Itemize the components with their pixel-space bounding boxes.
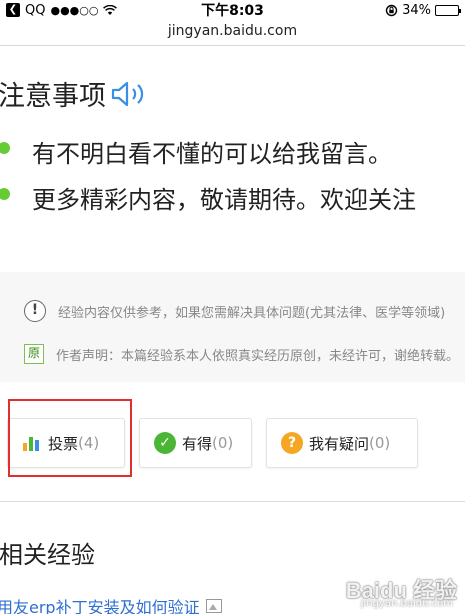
exclamation-icon: ! [24,300,46,322]
battery-percent: 34% [402,2,431,18]
back-to-app-icon[interactable]: ❮ [6,3,20,17]
disclaimer-row: ! 经验内容仅供参考，如果您需解决具体问题(尤其法律、医学等领域) [24,300,445,322]
watermark-url: jingyan.baidu.com [360,598,453,609]
related-link[interactable]: 用友erp补丁安装及如何验证 [0,594,222,614]
address-bar-divider [0,45,465,46]
related-link-text[interactable]: 用友erp补丁安装及如何验证 [0,594,200,614]
image-icon [205,599,222,613]
useful-label: 有得 [182,434,213,453]
question-mark-icon: ? [281,432,303,454]
notes-list: 有不明白看不懂的可以给我留言。 更多精彩内容，敬请期待。欢迎关注 [0,134,465,226]
check-icon: ✓ [154,432,176,454]
question-label: 我有疑问 [309,434,370,453]
note-text: 有不明白看不懂的可以给我留言。 [32,140,392,168]
speaker-icon[interactable] [110,79,150,109]
address-bar[interactable]: jingyan.baidu.com [0,20,465,44]
bullet-dot-icon [0,188,10,200]
question-count: (0) [369,434,391,452]
related-section-title: 相关经验 [0,541,95,569]
disclaimer-inner: ! 经验内容仅供参考，如果您需解决具体问题(尤其法律、医学等领域) 原 作者声明… [14,288,465,370]
list-item: 有不明白看不懂的可以给我留言。 [0,134,465,180]
signal-strength-icon: ●●●○○ [50,3,99,17]
note-text: 更多精彩内容，敬请期待。欢迎关注 [32,186,416,214]
bullet-dot-icon [0,142,10,154]
rotation-lock-icon [385,4,398,16]
list-item: 更多精彩内容，敬请期待。欢迎关注 [0,180,465,226]
wifi-icon [103,4,118,15]
carrier-name: QQ [25,2,46,18]
disclaimer-block: ! 经验内容仅供参考，如果您需解决具体问题(尤其法律、医学等领域) 原 作者声明… [0,272,465,382]
red-highlight-box [8,399,132,477]
original-badge-icon: 原 [24,344,44,364]
notes-title-text: 注意事项 [0,81,106,112]
status-bar: ❮ QQ ●●●○○ 下午8:03 34% [0,0,465,20]
useful-button[interactable]: ✓ 有得 (0) [139,418,252,468]
author-statement-text: 作者声明：本篇经验系本人依照真实经历原创，未经许可，谢绝转载。 [56,348,460,364]
useful-count: (0) [212,434,234,452]
question-button[interactable]: ? 我有疑问 (0) [266,418,418,468]
disclaimer-text: 经验内容仅供参考，如果您需解决具体问题(尤其法律、医学等领域) [58,305,446,321]
section-divider [0,501,465,502]
author-statement-row: 原 作者声明：本篇经验系本人依照真实经历原创，未经许可，谢绝转载。 [24,344,459,364]
notes-section-title: 注意事项 [0,74,150,113]
battery-icon [435,4,461,16]
